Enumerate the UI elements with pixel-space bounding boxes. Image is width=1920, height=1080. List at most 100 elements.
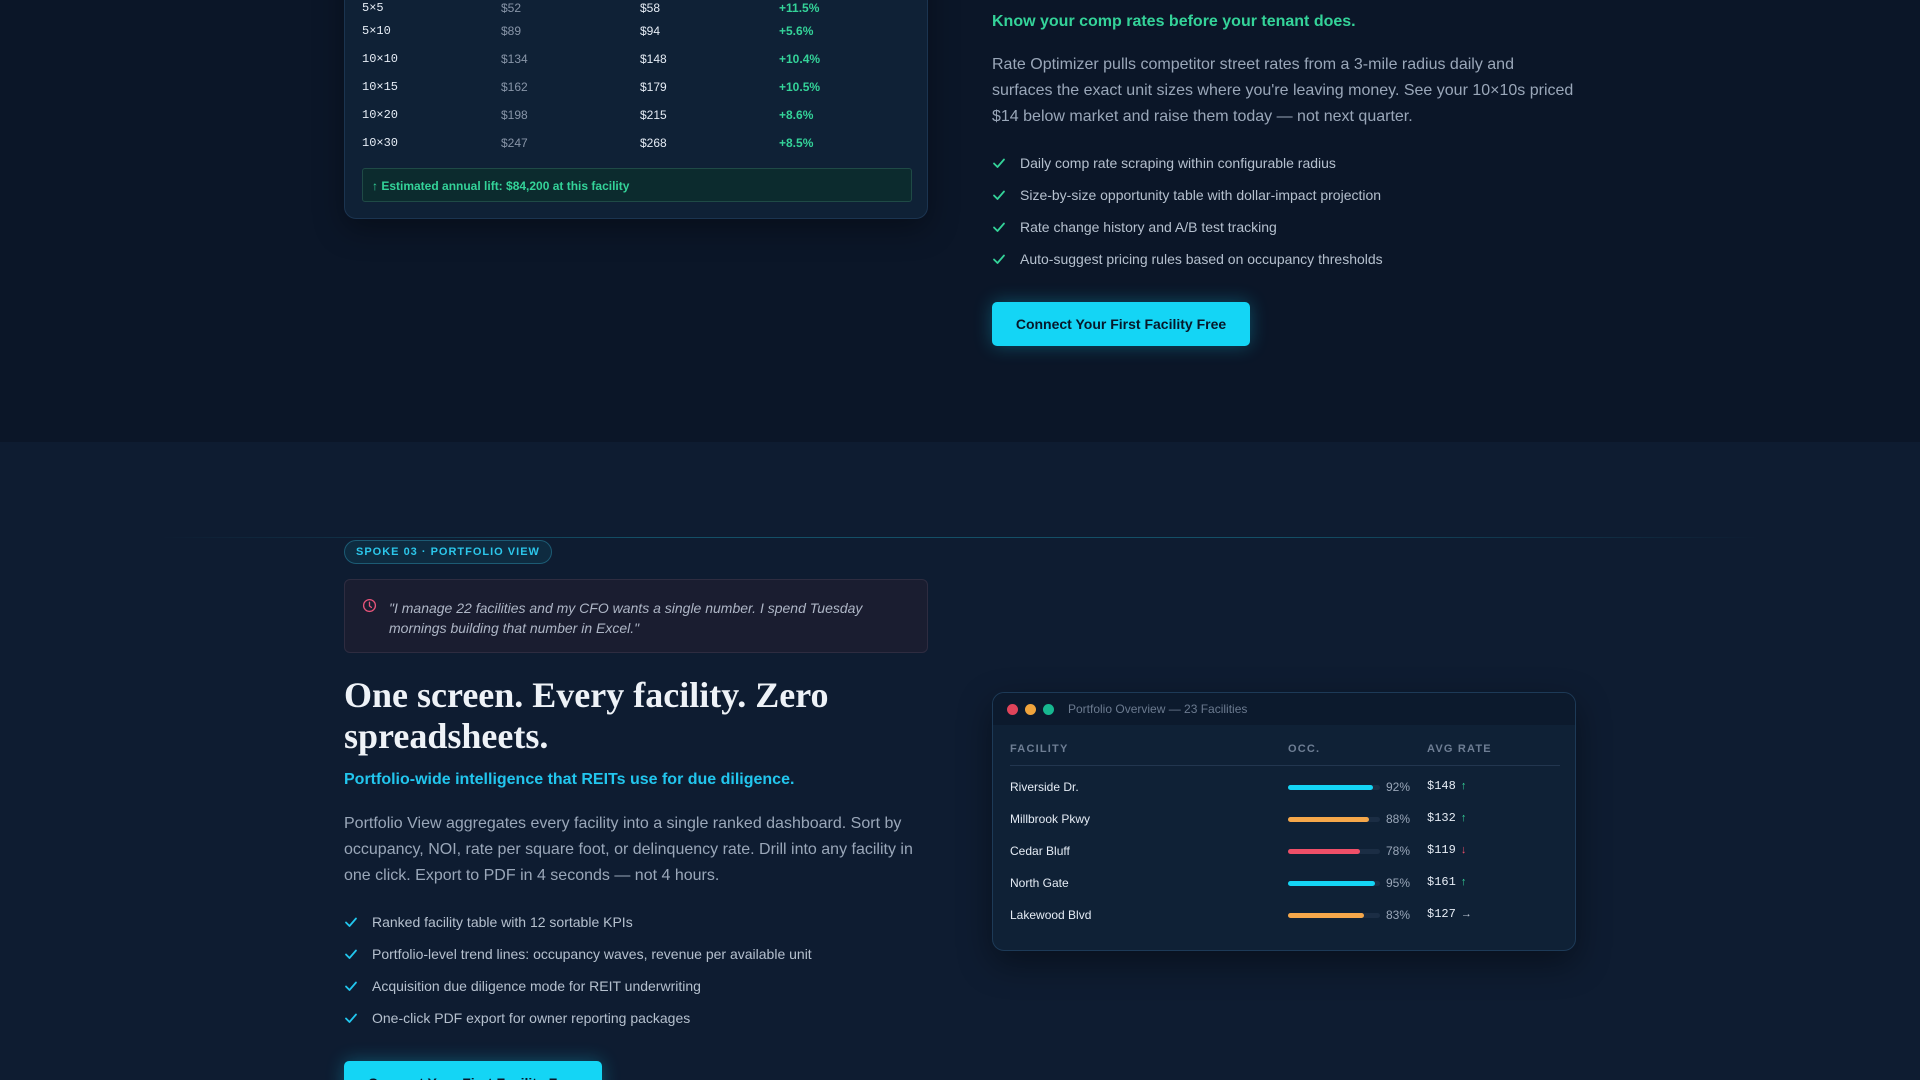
- table-row[interactable]: Riverside Dr. 92% $148 ↑: [1010, 778, 1560, 798]
- table-row[interactable]: Lakewood Blvd 83% $127 →: [1010, 906, 1560, 926]
- table-row: 10×30 $247 $268 +8.5%: [362, 136, 912, 156]
- table-row: 10×20 $198 $215 +8.6%: [362, 108, 912, 128]
- check-icon: [345, 981, 357, 991]
- market-rate: $94: [640, 24, 661, 38]
- occupancy-bar-fill: [1288, 881, 1376, 886]
- occupancy-bar: [1288, 881, 1380, 886]
- feature-text: Acquisition due diligence mode for REIT …: [372, 978, 701, 994]
- minimize-dot-icon: [1025, 704, 1036, 715]
- table-row[interactable]: North Gate 95% $161 ↑: [1010, 874, 1560, 894]
- table-row[interactable]: Millbrook Pkwy 88% $132 ↑: [1010, 810, 1560, 830]
- rate-optimizer-description: Rate Optimizer pulls competitor street r…: [992, 56, 1574, 125]
- check-icon: [993, 222, 1005, 232]
- window-title: Portfolio Overview — 23 Facilities: [1068, 702, 1248, 716]
- header-divider: [1010, 765, 1560, 766]
- avg-rate-value: $127: [1427, 907, 1456, 921]
- unit-size: 10×30: [362, 136, 399, 150]
- rate-gap: +10.4%: [779, 52, 821, 66]
- feature-text: Daily comp rate scraping within configur…: [1020, 155, 1336, 171]
- check-icon: [345, 917, 357, 927]
- table-row: 10×15 $162 $179 +10.5%: [362, 80, 912, 100]
- facility-name: Millbrook Pkwy: [1010, 812, 1091, 826]
- list-item: One-click PDF export for owner reporting…: [344, 1008, 812, 1040]
- table-row: 5×5 $52 $58 +11.5%: [362, 1, 912, 21]
- portfolio-subtitle: Portfolio-wide intelligence that REITs u…: [344, 771, 795, 788]
- unit-size: 10×10: [362, 52, 399, 66]
- unit-size: 10×20: [362, 108, 399, 122]
- market-rate: $148: [640, 52, 667, 66]
- portfolio-title: One screen. Every facility. Zero spreads…: [344, 675, 829, 756]
- feature-text: Ranked facility table with 12 sortable K…: [372, 914, 633, 930]
- list-item: Acquisition due diligence mode for REIT …: [344, 976, 812, 1008]
- feature-text: One-click PDF export for owner reporting…: [372, 1010, 691, 1026]
- current-rate: $247: [501, 136, 528, 150]
- occupancy-percent: 83%: [1386, 908, 1411, 922]
- occupancy-bar: [1288, 817, 1380, 822]
- occupancy-bar: [1288, 785, 1380, 790]
- rate-optimizer-feature-list: Daily comp rate scraping within configur…: [992, 153, 1383, 281]
- occupancy-percent: 78%: [1386, 844, 1411, 858]
- column-header-occupancy: OCC.: [1288, 743, 1321, 755]
- check-icon: [993, 190, 1005, 200]
- column-header-facility: FACILITY: [1010, 743, 1069, 755]
- rate-gap: +8.6%: [779, 108, 814, 122]
- check-icon: [993, 158, 1005, 168]
- list-item: Rate change history and A/B test trackin…: [992, 217, 1383, 249]
- occupancy-bar: [1288, 849, 1380, 854]
- avg-rate-value: $119: [1427, 843, 1456, 857]
- feature-text: Rate change history and A/B test trackin…: [1020, 219, 1277, 235]
- rate-gap: +11.5%: [779, 1, 820, 15]
- rate-optimizer-section: [0, 0, 1920, 442]
- market-rate: $179: [640, 80, 667, 94]
- list-item: Daily comp rate scraping within configur…: [992, 153, 1383, 185]
- occupancy-bar: [1288, 913, 1380, 918]
- occupancy-bar-fill: [1288, 785, 1373, 790]
- table-row[interactable]: Cedar Bluff 78% $119 ↓: [1010, 842, 1560, 862]
- facility-name: Cedar Bluff: [1010, 844, 1070, 858]
- occupancy-bar-fill: [1288, 913, 1365, 918]
- list-item: Ranked facility table with 12 sortable K…: [344, 912, 812, 944]
- occupancy-percent: 92%: [1386, 780, 1411, 794]
- market-rate: $215: [640, 108, 667, 122]
- check-icon: [993, 254, 1005, 264]
- rate-comparison-card: 5×5 $52 $58 +11.5% 5×10 $89 $94 +5.6% 10…: [344, 0, 928, 219]
- current-rate: $52: [501, 1, 522, 15]
- occupancy-bar-fill: [1288, 849, 1360, 854]
- trend-arrow-icon: →: [1460, 908, 1472, 920]
- section-divider: [160, 537, 1760, 538]
- connect-facility-button[interactable]: Connect Your First Facility Free: [992, 302, 1250, 346]
- section-badge: SPOKE 03 · PORTFOLIO VIEW: [344, 540, 552, 564]
- portfolio-feature-list: Ranked facility table with 12 sortable K…: [344, 912, 812, 1040]
- check-icon: [345, 949, 357, 959]
- trend-arrow-icon: ↑: [1460, 812, 1467, 824]
- avg-rate: $119 ↓: [1427, 843, 1466, 857]
- unit-size: 5×5: [362, 1, 384, 15]
- clock-icon: [362, 598, 377, 613]
- trend-arrow-icon: ↓: [1460, 844, 1467, 856]
- occupancy-percent: 95%: [1386, 876, 1411, 890]
- maximize-dot-icon: [1043, 704, 1054, 715]
- current-rate: $89: [501, 24, 522, 38]
- occupancy-percent: 88%: [1386, 812, 1411, 826]
- portfolio-description: Portfolio View aggregates every facility…: [344, 815, 913, 884]
- avg-rate: $148 ↑: [1427, 779, 1466, 793]
- connect-facility-button[interactable]: Connect Your First Facility Free: [344, 1061, 602, 1080]
- column-header-avg-rate: AVG RATE: [1427, 743, 1492, 755]
- avg-rate: $132 ↑: [1427, 811, 1466, 825]
- customer-quote: "I manage 22 facilities and my CFO wants…: [344, 579, 928, 653]
- rate-optimizer-headline: Know your comp rates before your tenant …: [992, 13, 1356, 30]
- facility-name: Riverside Dr.: [1010, 780, 1079, 794]
- avg-rate: $161 ↑: [1427, 875, 1466, 889]
- occupancy-bar-fill: [1288, 817, 1369, 822]
- current-rate: $198: [501, 108, 528, 122]
- rate-gap: +8.5%: [779, 136, 814, 150]
- feature-text: Auto-suggest pricing rules based on occu…: [1020, 251, 1383, 267]
- list-item: Size-by-size opportunity table with doll…: [992, 185, 1383, 217]
- facility-name: North Gate: [1010, 876, 1069, 890]
- current-rate: $162: [501, 80, 528, 94]
- facility-name: Lakewood Blvd: [1010, 908, 1092, 922]
- list-item: Auto-suggest pricing rules based on occu…: [992, 249, 1383, 281]
- list-item: Portfolio-level trend lines: occupancy w…: [344, 944, 812, 976]
- quote-text: "I manage 22 facilities and my CFO wants…: [389, 600, 863, 636]
- table-row: 5×10 $89 $94 +5.6%: [362, 24, 912, 44]
